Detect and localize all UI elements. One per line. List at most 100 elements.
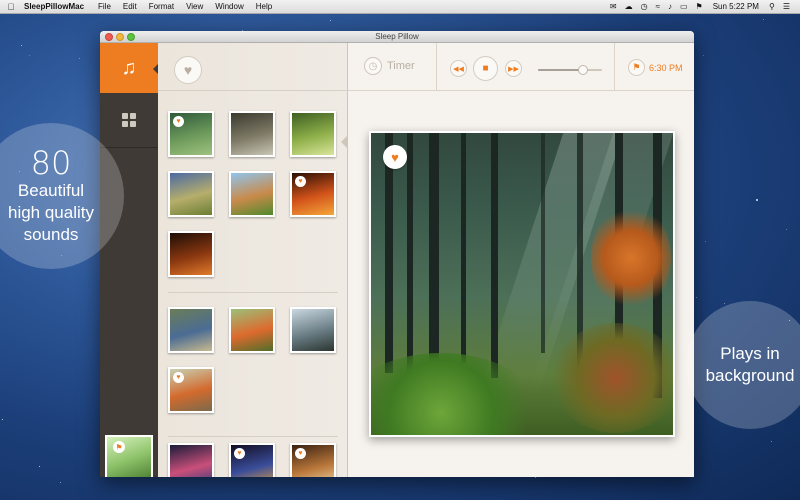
list-header: ♥ xyxy=(158,43,348,91)
alarm-bell-icon: ⚑ xyxy=(628,59,645,76)
player-toolbar: ◷ Timer ◀◀ ■ ▶▶ ⚑ 6:30 PM xyxy=(348,43,694,91)
stop-button[interactable]: ■ xyxy=(473,56,498,81)
star xyxy=(330,20,331,21)
window-title: Sleep Pillow xyxy=(375,32,419,41)
timer-button[interactable]: ◷ Timer xyxy=(364,57,415,75)
volume-knob[interactable] xyxy=(577,65,588,75)
volume-slider[interactable] xyxy=(538,65,602,75)
sound-thumbnail-lapwings[interactable] xyxy=(290,307,336,353)
sound-thumbnail-grass-field[interactable] xyxy=(168,171,214,217)
heart-icon: ♥ xyxy=(391,149,399,165)
promo-text-line: sounds xyxy=(23,225,79,244)
flag-icon[interactable]: ⚑ xyxy=(692,2,707,11)
sound-thumbnail-sunny-forest[interactable] xyxy=(290,111,336,157)
stop-icon: ■ xyxy=(482,63,489,74)
sound-list-panel: ♥ ♥ ♥ ♥ ♥ ♥ xyxy=(158,43,348,477)
grid-icon xyxy=(122,113,136,127)
heart-icon: ♥ xyxy=(295,176,306,187)
alarm-bell-icon: ⚑ xyxy=(113,441,125,453)
battery-icon[interactable]: ▭ xyxy=(676,2,692,11)
menu-edit[interactable]: Edit xyxy=(117,2,143,11)
app-window: Sleep Pillow ♫ ⚑ ♥ ♥ ♥ ♥ ♥ ♥ ◷ Timer ◀◀ … xyxy=(100,31,694,477)
star xyxy=(763,19,764,20)
star xyxy=(756,199,758,201)
music-note-icon: ♫ xyxy=(121,56,137,79)
menu-window[interactable]: Window xyxy=(209,2,249,11)
sound-thumbnail-cave-waterfall[interactable] xyxy=(229,111,275,157)
tree-trunk xyxy=(491,133,498,378)
player-panel: ◷ Timer ◀◀ ■ ▶▶ ⚑ 6:30 PM ♥ xyxy=(348,43,694,477)
star xyxy=(696,297,697,298)
mail-status-icon[interactable]: ✉ xyxy=(606,2,621,11)
heart-icon: ♥ xyxy=(183,62,193,78)
menu-app-name[interactable]: SleepPillowMac xyxy=(22,2,92,11)
menu-format[interactable]: Format xyxy=(143,2,180,11)
apple-menu-icon[interactable]:  xyxy=(0,2,22,12)
sound-thumbnail-city-night[interactable] xyxy=(168,443,214,477)
sound-thumbnail-horse[interactable] xyxy=(229,171,275,217)
forward-button[interactable]: ▶▶ xyxy=(505,60,522,77)
sound-thumbnail-fireplace[interactable] xyxy=(168,231,214,277)
sound-thumbnail-blue-bird[interactable] xyxy=(168,307,214,353)
star xyxy=(2,419,3,420)
promo-text-line: Plays in xyxy=(720,344,780,363)
star xyxy=(21,45,22,46)
favorite-toggle-button[interactable]: ♥ xyxy=(383,145,407,169)
sound-thumbnail-robin[interactable] xyxy=(229,307,275,353)
menu-clock[interactable]: Sun 5:22 PM xyxy=(707,2,765,11)
heart-icon: ♥ xyxy=(173,372,184,383)
wifi-icon[interactable]: ≈ xyxy=(652,2,664,11)
notification-list-icon[interactable]: ☰ xyxy=(779,2,794,11)
nav-sounds-tab[interactable]: ♫ xyxy=(100,43,159,93)
rewind-button[interactable]: ◀◀ xyxy=(450,60,467,77)
alarm-time: 6:30 PM xyxy=(649,62,683,73)
promo-background-bubble: Plays in background xyxy=(686,301,800,429)
promo-text-line: background xyxy=(705,366,795,385)
alarm-button[interactable]: ⚑ 6:30 PM xyxy=(628,59,683,76)
tree-trunk xyxy=(541,133,545,353)
spotlight-search-icon[interactable]: ⚲ xyxy=(765,2,779,11)
tree-trunk xyxy=(385,133,393,373)
cloud-status-icon[interactable]: ☁ xyxy=(621,2,637,11)
star xyxy=(535,477,536,478)
star xyxy=(60,482,61,483)
fast-forward-icon: ▶▶ xyxy=(508,65,519,73)
section-divider xyxy=(168,292,338,293)
star xyxy=(771,441,772,442)
title-bar: Sleep Pillow xyxy=(100,31,694,43)
star xyxy=(29,55,30,56)
rewind-icon: ◀◀ xyxy=(453,65,464,73)
timer-icon: ◷ xyxy=(364,57,382,75)
volume-status-icon[interactable]: ♪ xyxy=(664,2,676,11)
selection-pointer xyxy=(340,135,348,149)
sound-thumbnail-robin-on-branch[interactable]: ♥ xyxy=(168,367,214,413)
promo-text-line: high quality xyxy=(7,203,94,222)
menu-file[interactable]: File xyxy=(92,2,117,11)
star xyxy=(705,241,706,242)
toolbar-separator xyxy=(436,43,437,91)
menu-view[interactable]: View xyxy=(180,2,209,11)
sound-thumbnail-cafe[interactable]: ♥ xyxy=(290,443,336,477)
undergrowth xyxy=(551,323,673,433)
sound-thumbnail-campfire[interactable]: ♥ xyxy=(290,171,336,217)
favorites-filter-button[interactable]: ♥ xyxy=(174,56,202,84)
now-playing-thumbnail[interactable]: ⚑ xyxy=(105,435,153,477)
sound-thumbnail-forest[interactable]: ♥ xyxy=(168,111,214,157)
heart-icon: ♥ xyxy=(295,448,306,459)
star xyxy=(786,229,787,230)
star xyxy=(79,58,80,59)
tree-trunk xyxy=(407,133,413,383)
volume-fill xyxy=(538,69,583,71)
nav-categories-tab[interactable] xyxy=(100,93,158,148)
heart-icon: ♥ xyxy=(234,448,245,459)
section-divider xyxy=(168,436,338,437)
toolbar-separator xyxy=(614,43,615,91)
sound-thumbnail-night-street[interactable]: ♥ xyxy=(229,443,275,477)
time-machine-icon[interactable]: ◷ xyxy=(637,2,652,11)
autumn-foliage xyxy=(591,203,671,313)
nav-sidebar: ♫ ⚑ xyxy=(100,43,159,477)
sound-artwork[interactable]: ♥ xyxy=(369,131,675,437)
timer-label: Timer xyxy=(387,60,415,72)
menu-help[interactable]: Help xyxy=(250,2,278,11)
star xyxy=(703,55,704,56)
